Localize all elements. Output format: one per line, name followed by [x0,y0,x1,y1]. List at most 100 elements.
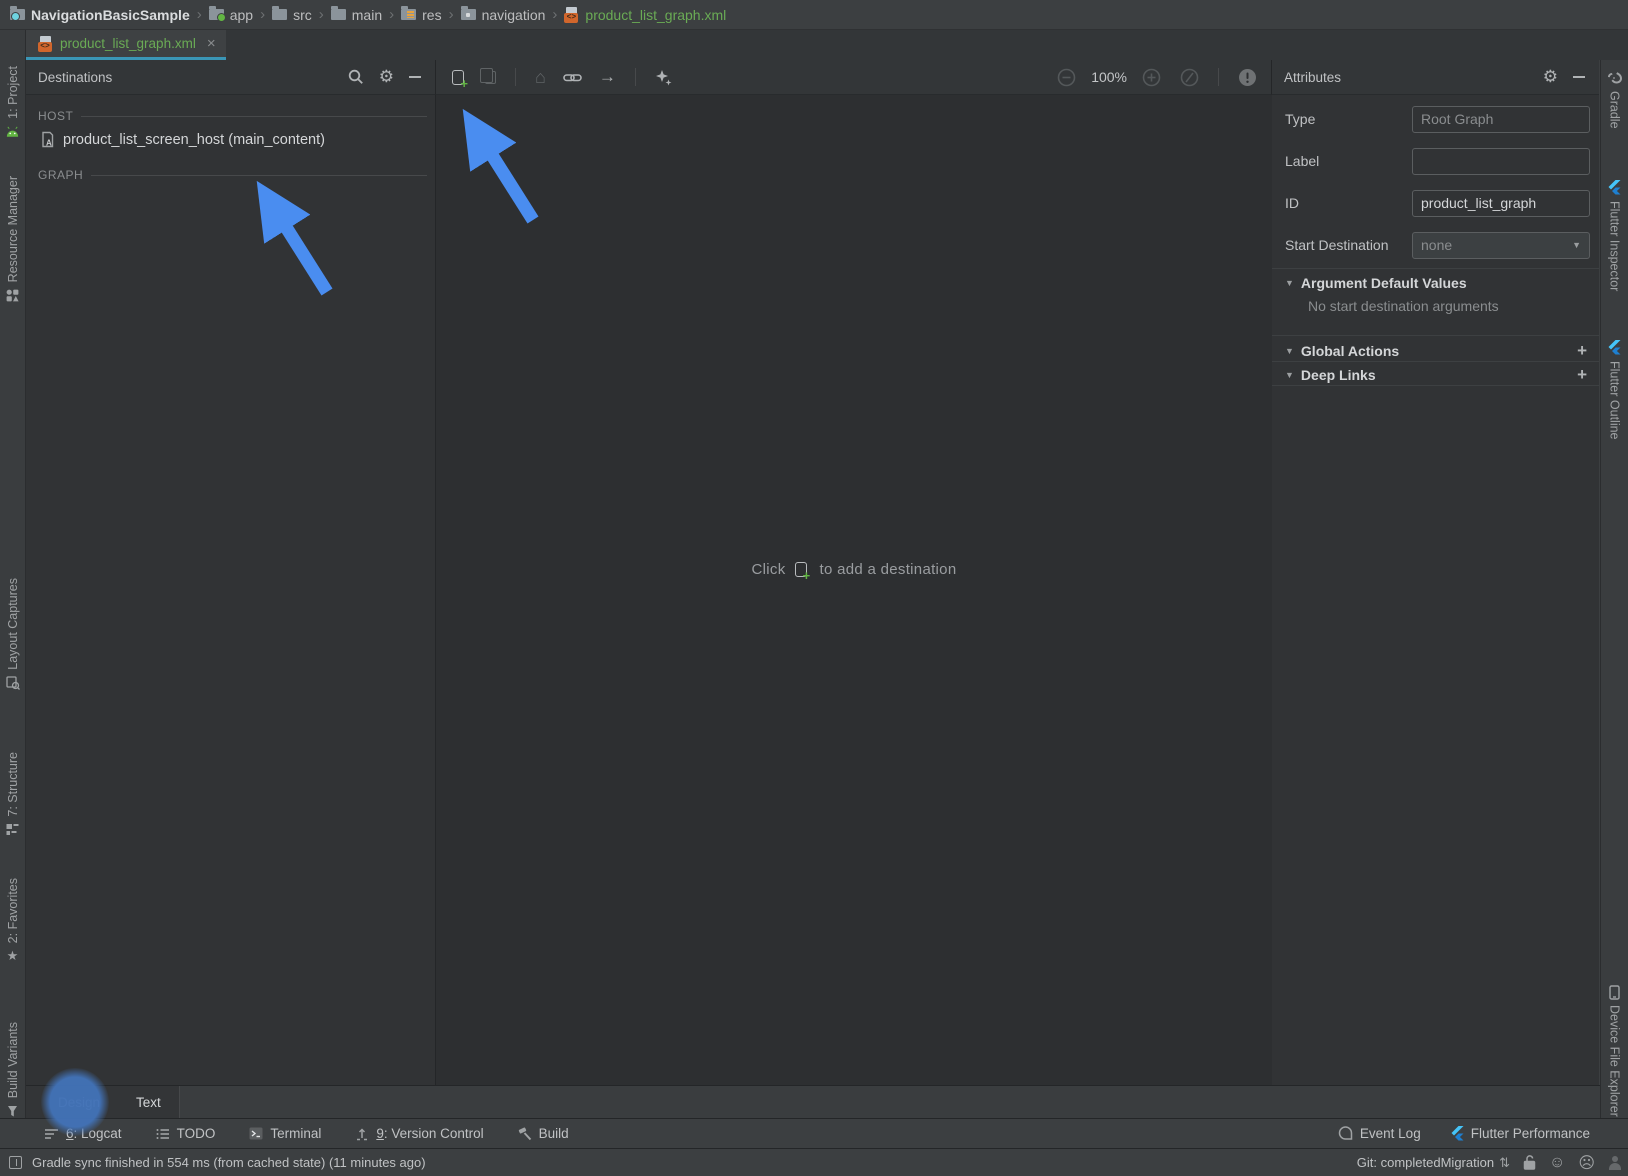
home-icon[interactable]: ⌂ [535,69,546,85]
toolwindow-build[interactable]: Build [518,1126,569,1141]
logcat-icon [44,1128,59,1140]
xml-file-icon: <> [38,36,53,52]
label-field[interactable] [1412,148,1590,175]
gear-icon[interactable]: ⚙ [1543,69,1558,85]
host-destination-item[interactable]: A product_list_screen_host (main_content… [26,123,435,154]
mode-tab-filler [179,1086,1628,1118]
breadcrumb-separator: › [319,6,324,23]
collapse-triangle-icon[interactable]: ▼ [1285,346,1294,356]
toolwindow-todo[interactable]: TODO [156,1126,216,1141]
add-destination-icon[interactable] [452,70,464,85]
add-deep-link-button[interactable]: + [1577,367,1599,383]
zoom-level: 100% [1091,69,1127,85]
attributes-panel-header: Attributes ⚙ [1272,60,1599,95]
hide-panel-icon[interactable] [1573,76,1585,78]
breadcrumb-item-navigation[interactable]: navigation [461,7,546,23]
sidebar-item-build-variants[interactable]: Build Variants [0,1022,25,1119]
sidebar-item-device-file-explorer[interactable]: Device File Explorer [1601,984,1628,1117]
breadcrumb-separator: › [449,6,454,23]
flutter-icon [1451,1126,1464,1142]
zoom-out-icon[interactable] [1057,68,1076,87]
breadcrumb-separator: › [552,6,557,23]
sidebar-item-project[interactable]: 1: Project [0,66,25,140]
destinations-title: Destinations [26,70,112,85]
sad-face-icon[interactable]: ☹ [1578,1153,1595,1173]
star-icon: ★ [5,948,21,964]
toolwindow-flutter-performance[interactable]: Flutter Performance [1451,1126,1590,1142]
destinations-panel-header: Destinations ⚙ [26,60,436,95]
sidebar-item-resource-manager[interactable]: Resource Manager [0,176,25,303]
user-icon[interactable] [1608,1156,1622,1170]
section-deep-links[interactable]: ▼ Deep Links + [1272,367,1599,383]
attributes-panel: Type Root Graph Label ID product_list_gr… [1272,95,1599,1085]
breadcrumb-item-main[interactable]: main [331,7,382,23]
toolwindow-version-control[interactable]: 9: Version Control [355,1126,483,1141]
sidebar-item-flutter-inspector[interactable]: Flutter Inspector [1601,180,1628,291]
host-destination-label: product_list_screen_host (main_content) [63,132,325,148]
toolwindow-terminal[interactable]: Terminal [249,1126,321,1141]
happy-face-icon[interactable]: ☺ [1549,1154,1565,1172]
editor-tab-label: product_list_graph.xml [60,36,196,51]
git-branch-widget[interactable]: Git: completedMigration ⇅ [1357,1155,1510,1171]
search-icon[interactable] [348,69,364,85]
gear-icon[interactable]: ⚙ [379,69,394,85]
sidebar-item-layout-captures[interactable]: Layout Captures [0,578,25,691]
breadcrumb-item-file[interactable]: <> product_list_graph.xml [564,7,726,23]
link-destinations-icon[interactable] [563,71,582,84]
collapse-triangle-icon[interactable]: ▼ [1285,278,1294,288]
nested-graph-icon[interactable] [485,71,496,84]
svg-text:A: A [46,139,52,148]
toolwindow-event-log[interactable]: Event Log [1338,1126,1421,1141]
build-hammer-icon [518,1127,532,1141]
left-tool-stripe: 1: Project Resource Manager Layout Captu… [0,30,26,1148]
id-field[interactable]: product_list_graph [1412,190,1590,217]
section-global-actions[interactable]: ▼ Global Actions + [1272,343,1599,359]
project-folder-icon [10,9,25,20]
sidebar-item-favorites[interactable]: 2: Favorites ★ [0,878,25,964]
tab-design[interactable]: Design [40,1086,118,1118]
action-arrow-icon[interactable]: → [599,69,616,85]
breadcrumb-separator: › [197,6,202,23]
breadcrumb-item-app[interactable]: app [209,7,253,23]
collapse-triangle-icon[interactable]: ▼ [1285,370,1294,380]
breadcrumb-item-project[interactable]: NavigationBasicSample [10,7,190,23]
zoom-to-fit-icon[interactable] [1180,68,1199,87]
start-destination-label: Start Destination [1285,232,1409,259]
event-log-icon [1338,1126,1353,1141]
build-variants-icon [5,1103,21,1119]
breadcrumb: NavigationBasicSample › app › src › main… [0,0,1628,30]
structure-icon [5,822,21,838]
breadcrumb-item-res[interactable]: res [401,7,441,23]
canvas-empty-hint: Click to add a destination [436,561,1272,578]
xml-file-icon: <> [564,7,579,23]
chevron-down-icon: ▼ [1572,233,1581,258]
layout-host-icon: A [40,131,55,148]
editor-margins-icon[interactable] [9,1156,22,1169]
hide-panel-icon[interactable] [409,76,421,78]
sidebar-item-gradle[interactable]: Gradle [1601,70,1628,129]
navigation-folder-icon [461,9,476,20]
editor-tab-product-list-graph[interactable]: <> product_list_graph.xml × [26,30,226,60]
toolwindow-logcat[interactable]: 6: Logcat [44,1126,122,1141]
sidebar-item-structure[interactable]: 7: Structure [0,752,25,838]
navigation-canvas[interactable]: Click to add a destination [436,95,1272,1085]
resource-manager-icon [5,287,21,303]
breadcrumb-item-src[interactable]: src [272,7,312,23]
close-icon[interactable]: × [207,35,216,52]
host-section-header: HOST [26,109,435,123]
sidebar-item-flutter-outline[interactable]: Flutter Outline [1601,340,1628,440]
start-destination-dropdown[interactable]: none ▼ [1412,232,1590,259]
zoom-in-icon[interactable] [1142,68,1161,87]
gradle-icon [1607,70,1623,86]
status-message[interactable]: Gradle sync finished in 554 ms (from cac… [32,1155,426,1170]
section-argument-default-values[interactable]: ▼ Argument Default Values [1272,275,1599,291]
git-update-icon: ⇅ [1499,1155,1510,1171]
android-icon [5,124,21,140]
lock-icon[interactable] [1523,1155,1536,1170]
issues-icon[interactable] [1238,68,1257,87]
tab-text[interactable]: Text [118,1086,179,1118]
editor-tab-bar: <> product_list_graph.xml × [26,30,1628,60]
auto-arrange-icon[interactable] [655,69,672,86]
add-global-action-button[interactable]: + [1577,343,1599,359]
flutter-icon [1607,180,1623,196]
